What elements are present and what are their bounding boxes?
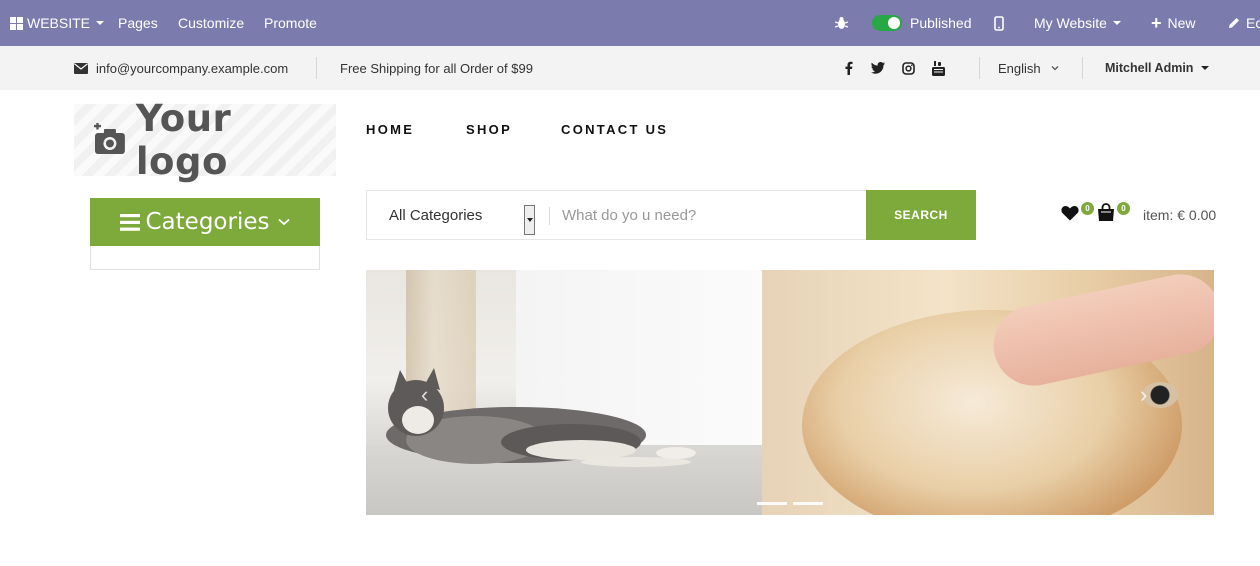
my-website-label: My Website [1034,15,1107,31]
camera-plus-icon [93,123,125,154]
published-label: Published [910,15,972,31]
apps-grid-icon [10,16,23,30]
chevron-down-icon [96,21,105,25]
pages-menu[interactable]: Pages [118,0,158,46]
categories-dropdown-panel [90,246,320,270]
my-website-menu[interactable]: My Website [1034,0,1121,46]
nav-home[interactable]: HOME [366,122,414,137]
youtube-icon [932,60,945,76]
nav-shop-label: SHOP [466,122,513,137]
shipping-notice: Free Shipping for all Order of $99 [340,46,533,90]
nav-shop[interactable]: SHOP [466,122,512,137]
language-selector[interactable]: English [998,46,1059,90]
categories-button[interactable]: Categories [90,198,320,246]
pages-menu-label: Pages [118,15,158,31]
toggle-switch-icon [872,15,902,31]
site-logo[interactable]: Your logo [74,97,336,183]
instagram-icon [902,61,915,75]
categories-label: Categories [145,209,270,235]
search-button[interactable]: SEARCH [866,190,976,240]
cart-total[interactable]: item: € 0.00 [1143,207,1216,223]
cat-image: ‹ [366,270,762,515]
dog-image: › [762,270,1214,515]
debug-button[interactable] [835,0,848,46]
admin-bar: WEBSITE Pages Customize Promote Publishe… [0,0,1260,46]
chevron-down-icon [1051,66,1059,71]
youtube-link[interactable] [932,46,945,90]
category-select[interactable]: All Categories [367,191,537,239]
published-toggle[interactable]: Published [872,0,972,46]
wishlist-count-badge: 0 [1081,202,1094,215]
pencil-icon [1229,18,1239,28]
divider [549,207,550,225]
mobile-preview-button[interactable] [994,0,1004,46]
customize-menu[interactable]: Customize [178,0,244,46]
hamburger-icon [119,213,140,231]
heart-icon [1061,205,1079,221]
bug-icon [835,17,848,29]
user-name: Mitchell Admin [1105,61,1194,75]
instagram-link[interactable] [902,46,915,90]
nav-home-label: HOME [366,122,415,137]
wishlist-button[interactable] [1061,205,1079,226]
chevron-down-icon [278,218,291,226]
email-text: info@yourcompany.example.com [96,60,289,76]
banner-carousel[interactable]: ‹ › [366,270,1214,515]
search-bar: All Categories SEARCH [366,190,976,240]
cart-button[interactable] [1097,203,1115,227]
new-label: New [1167,15,1196,31]
customize-menu-label: Customize [178,15,245,31]
chevron-down-icon [1112,21,1121,25]
twitter-icon [871,62,885,74]
divider [979,57,980,79]
cat-shape [386,368,696,467]
promote-menu[interactable]: Promote [264,0,317,46]
select-arrow-icon[interactable] [524,205,535,235]
nav-contact-label: CONTACT US [561,122,669,137]
carousel-indicator-1[interactable] [757,502,787,505]
top-info-bar: info@yourcompany.example.com Free Shippi… [0,46,1260,90]
shopping-bag-icon [1098,203,1114,221]
search-input[interactable] [562,191,862,239]
user-menu[interactable]: Mitchell Admin [1105,46,1210,90]
edit-button[interactable]: Ec [1228,0,1260,46]
divider [1082,57,1083,79]
promote-menu-label: Promote [264,15,317,31]
nav-contact-us[interactable]: CONTACT US [561,122,668,137]
chevron-down-icon [1201,66,1210,70]
carousel-prev-arrow[interactable]: ‹ [421,382,441,407]
twitter-link[interactable] [871,46,885,90]
category-select-value: All Categories [389,206,483,224]
email-link[interactable]: info@yourcompany.example.com [74,46,288,90]
logo-text: Your logo [135,97,232,183]
shipping-text: Free Shipping for all Order of $99 [340,60,533,76]
facebook-icon [845,61,853,75]
facebook-link[interactable] [845,46,853,90]
cart-count-badge: 0 [1117,202,1130,215]
carousel-indicator-2[interactable] [793,502,823,505]
divider [316,57,317,79]
website-menu-label: WEBSITE [27,15,91,31]
plus-icon: + [1151,12,1162,33]
website-menu[interactable]: WEBSITE [10,0,105,46]
envelope-icon [74,62,88,74]
new-button[interactable]: + New [1151,0,1196,46]
mobile-icon [994,15,1004,31]
language-label: English [998,60,1041,76]
edit-label: Ec [1246,15,1260,31]
carousel-next-arrow[interactable]: › [1140,382,1160,407]
